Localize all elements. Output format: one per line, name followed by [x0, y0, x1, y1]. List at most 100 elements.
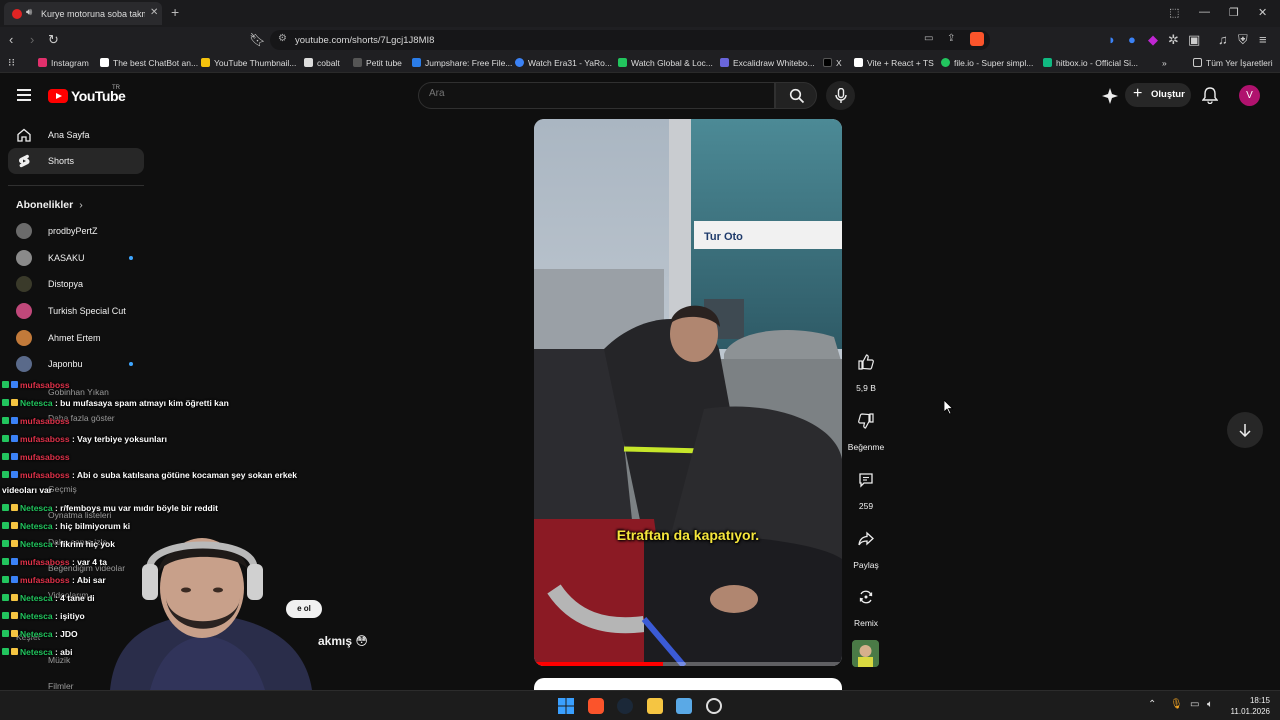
home-icon [17, 128, 31, 142]
gemini-sparkle-icon[interactable] [1102, 88, 1118, 104]
share-arrow-icon [858, 531, 874, 546]
extension-icon[interactable]: ◗ [1108, 33, 1116, 46]
share-icon[interactable]: ⇪ [947, 33, 955, 44]
vpn-icon[interactable]: ⛨ [1238, 33, 1248, 46]
bookmark-item[interactable]: Instagram [38, 57, 89, 69]
bookmark-label: hitbox.io - Official Si... [1056, 58, 1139, 68]
sidebar-item-home[interactable]: Ana Sayfa [8, 122, 144, 148]
browser-tab[interactable]: 🔊︎ Kurye motoruna soba takmış ✕ [4, 2, 162, 25]
sidebar-item-shorts[interactable]: Shorts [8, 148, 144, 174]
bookmark-item[interactable]: file.io - Super simpl... [941, 57, 1033, 69]
media-icon[interactable]: ♫ [1218, 33, 1228, 46]
sidebar-icon[interactable]: ▣ [1188, 33, 1200, 46]
address-bar[interactable]: ⚙︎ youtube.com/shorts/7Lgcj1J8MI8 ▭ ⇪ [270, 30, 990, 50]
bookmark-item[interactable]: Vite + React + TS [854, 57, 934, 69]
bookmark-label: Instagram [51, 58, 89, 68]
brave-shield-icon[interactable] [970, 32, 984, 46]
windows-taskbar: ⌃ 🎙︎ ▭ 🔈︎ 18:15 11.01.2026 [0, 690, 1280, 720]
microphone-tray-icon[interactable]: 🎙︎ [1170, 699, 1183, 710]
search-input[interactable] [429, 88, 759, 99]
url-text: youtube.com/shorts/7Lgcj1J8MI8 [295, 35, 435, 46]
extensions-icon[interactable]: ⬚ [1169, 6, 1179, 19]
chat-text: Abi o suba katılsana götüne kocaman şey … [76, 470, 298, 480]
minimize-button[interactable]: — [1199, 6, 1210, 18]
close-window-button[interactable]: ✕ [1258, 6, 1267, 19]
reload-icon[interactable]: ↻ [48, 33, 59, 46]
system-clock[interactable]: 18:15 11.01.2026 [1226, 695, 1270, 717]
bookmark-item[interactable]: Petit tube [353, 57, 402, 69]
chat-badge-icon [2, 381, 9, 388]
audio-source-thumbnail[interactable] [852, 640, 879, 667]
extension-icon[interactable]: ● [1128, 33, 1136, 46]
chat-text: hiç bilmiyorum ki [60, 521, 131, 531]
obs-icon[interactable] [706, 698, 722, 714]
apps-icon[interactable]: ⁝⁝ [8, 57, 15, 69]
bookmark-icon[interactable]: 🔖︎ [249, 33, 266, 46]
all-bookmarks[interactable]: Tüm Yer İşaretleri [1193, 57, 1273, 69]
network-icon[interactable]: ▭ [1190, 699, 1199, 710]
volume-icon[interactable]: 🔈︎ [1207, 699, 1213, 710]
bookmark-item[interactable]: hitbox.io - Official Si... [1043, 57, 1138, 69]
next-short-card[interactable] [534, 678, 842, 690]
extensions-puzzle-icon[interactable]: ✲ [1168, 33, 1179, 46]
bookmark-item[interactable]: Jumpshare: Free File... [412, 57, 512, 69]
bookmark-item[interactable]: The best ChatBot an... [100, 57, 198, 69]
menu-icon[interactable]: ≡ [1259, 33, 1267, 46]
maximize-button[interactable]: ❐ [1229, 6, 1239, 19]
bookmark-item[interactable]: X [823, 57, 842, 69]
share-button[interactable]: Paylaş [848, 523, 884, 570]
file-explorer-icon[interactable] [647, 698, 663, 714]
chat-badge-icon [2, 576, 9, 583]
menu-icon[interactable] [17, 89, 31, 101]
back-icon[interactable]: ‹ [9, 33, 13, 46]
more-bookmarks-icon[interactable]: » [1162, 57, 1167, 69]
short-video-player[interactable]: Tur Oto Etraftan da kapatıyor. [534, 119, 842, 666]
forward-icon[interactable]: › [30, 33, 34, 46]
channel-avatar [16, 276, 32, 292]
chat-message: mufasaboss [2, 452, 70, 462]
close-tab-icon[interactable]: ✕ [150, 7, 158, 18]
brave-browser-icon[interactable] [588, 698, 604, 714]
app-icon[interactable] [676, 698, 692, 714]
new-tab-button[interactable]: + [171, 5, 179, 19]
comments-button[interactable]: 259 [848, 464, 884, 511]
search-box[interactable] [418, 82, 775, 109]
next-short-button[interactable] [1227, 412, 1263, 448]
browser-tab-bar: 🔊︎ Kurye motoruna soba takmış ✕ + ⬚ — ❐ … [0, 0, 1280, 27]
bookmark-item[interactable]: Watch Global & Loc... [618, 57, 713, 69]
like-button[interactable]: 5,9 B [848, 346, 884, 393]
voice-search-button[interactable] [826, 81, 855, 110]
channel-avatar [16, 250, 32, 266]
chat-badge-icon [11, 576, 18, 583]
notifications-bell-icon[interactable] [1202, 87, 1218, 104]
bookmark-item[interactable]: Excalidraw Whitebo... [720, 57, 815, 69]
remix-button[interactable]: Remix [848, 581, 884, 628]
account-avatar[interactable]: V [1239, 85, 1260, 106]
subscriptions-header[interactable]: Abonelikler › [16, 199, 83, 211]
tray-expand-icon[interactable]: ⌃ [1148, 699, 1156, 710]
steam-icon[interactable] [617, 698, 633, 714]
bookmark-label: cobalt [317, 58, 340, 68]
chat-badge-icon [2, 612, 9, 619]
bookmark-label: Watch Era31 - YaRo... [528, 58, 612, 68]
chat-message: mufasaboss [2, 416, 70, 426]
bookmark-item[interactable]: cobalt [304, 57, 340, 69]
chat-message: mufasaboss : Vay terbiye yoksunları [2, 434, 167, 444]
chat-badge-icon [11, 435, 18, 442]
chat-username: Netesca [20, 539, 53, 549]
bookmark-favicon [515, 58, 524, 67]
extension-icon[interactable]: ◆ [1148, 33, 1158, 46]
create-button[interactable]: + Oluştur [1125, 83, 1191, 107]
search-button[interactable] [775, 82, 817, 109]
dislike-button[interactable]: Beğenme [848, 405, 884, 452]
bookmark-favicon [201, 58, 210, 67]
cast-icon[interactable]: ▭ [924, 33, 933, 44]
bookmark-item[interactable]: Watch Era31 - YaRo... [515, 57, 612, 69]
video-progress-bar[interactable] [534, 662, 842, 666]
speaker-icon[interactable]: 🔊︎ [26, 7, 32, 18]
site-settings-icon[interactable]: ⚙︎ [278, 33, 287, 44]
chat-username: Netesca [20, 398, 53, 408]
windows-start-icon[interactable] [558, 698, 574, 714]
stream-chat-overlay: mufasaboss Netesca : bu mufasaya spam atm… [0, 380, 360, 690]
bookmark-item[interactable]: YouTube Thumbnail... [201, 57, 296, 69]
